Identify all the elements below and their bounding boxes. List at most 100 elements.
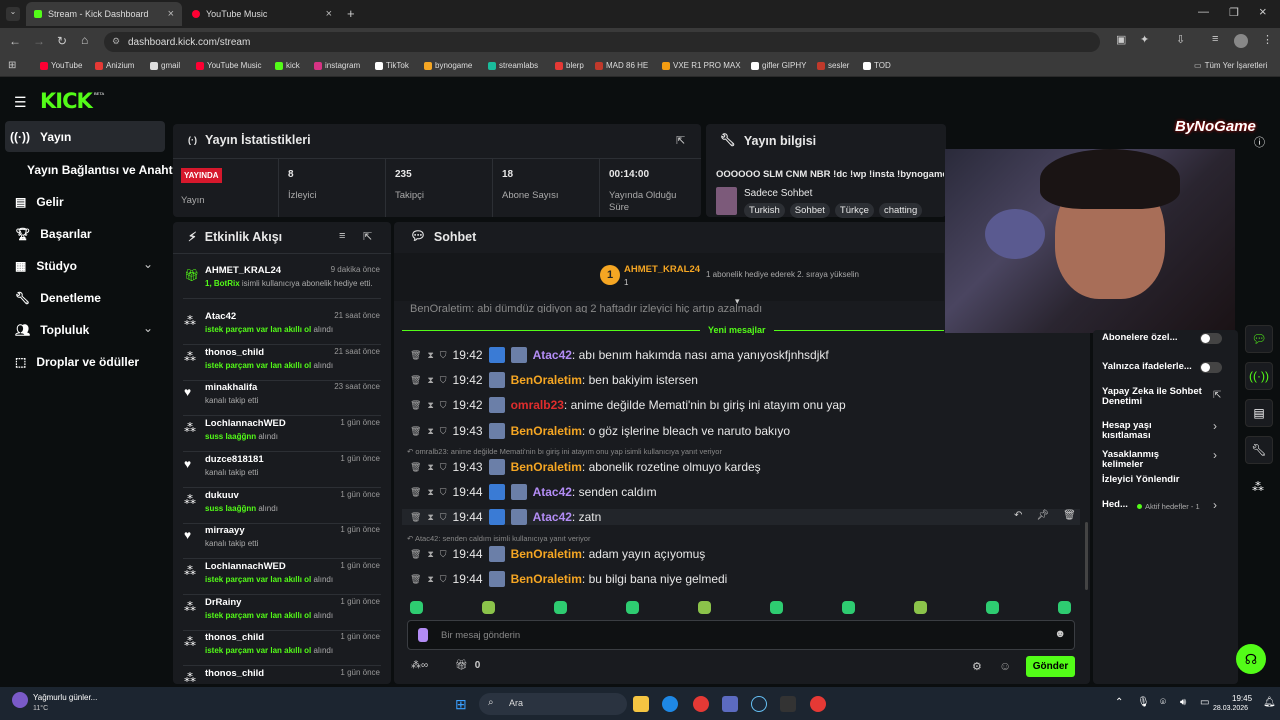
popout-icon[interactable]: ⇱ bbox=[676, 134, 685, 147]
emote-icon[interactable] bbox=[482, 601, 495, 614]
chat-scrollbar[interactable] bbox=[1085, 522, 1088, 590]
nav-item-gelir[interactable]: ▤ Gelir bbox=[15, 195, 64, 209]
chevron-right-icon[interactable]: › bbox=[1213, 498, 1217, 512]
bookmark-item[interactable]: gmail bbox=[150, 61, 180, 70]
reply-icon[interactable]: ↶ bbox=[1014, 510, 1022, 521]
emote-icon[interactable] bbox=[626, 601, 639, 614]
timeout-icon[interactable]: ⧗ bbox=[427, 426, 433, 437]
settings-icon[interactable]: ⚙ bbox=[972, 660, 982, 673]
timeout-icon[interactable]: ⧗ bbox=[427, 512, 433, 523]
maximize-icon[interactable]: ❐ bbox=[1229, 6, 1239, 19]
nav-item-stream-key[interactable]: Yayın Bağlantısı ve Anahtarı bbox=[27, 163, 187, 177]
emoji-icon[interactable]: ☻ bbox=[1054, 628, 1066, 640]
emote-icon[interactable] bbox=[698, 601, 711, 614]
nav-item-basarilar[interactable]: 🏆︎ Başarılar bbox=[15, 227, 92, 241]
timeout-icon[interactable]: ⧗ bbox=[427, 400, 433, 411]
settings-item[interactable]: Abonelere özel... bbox=[1102, 333, 1202, 343]
mic-icon[interactable] bbox=[418, 628, 428, 642]
bookmark-item[interactable]: TikTok bbox=[375, 61, 409, 70]
delete-message-icon[interactable]: 🗑︎ bbox=[410, 462, 421, 473]
tab-youtube-music[interactable]: YouTube Music × bbox=[184, 2, 340, 26]
bookmark-item[interactable]: bynogame bbox=[424, 61, 472, 70]
delete-message-icon[interactable]: 🗑︎ bbox=[410, 350, 421, 361]
puzzle-icon[interactable]: ✦ bbox=[1140, 33, 1149, 46]
bookmark-item[interactable]: gifler GIPHY bbox=[751, 61, 806, 70]
chevron-right-icon[interactable]: › bbox=[1213, 448, 1217, 462]
nav-item-yayin[interactable]: ((·)) Yayın bbox=[10, 130, 71, 144]
bookmark-item[interactable]: blerp bbox=[555, 61, 584, 70]
filter-icon[interactable]: ≡ bbox=[339, 230, 345, 242]
message-username[interactable]: Atac42 bbox=[533, 485, 572, 499]
chevron-down-icon[interactable]: ⌄ bbox=[143, 257, 153, 271]
message-username[interactable]: omralb23 bbox=[511, 398, 564, 412]
minimize-icon[interactable]: — bbox=[1198, 6, 1209, 18]
timeout-icon[interactable]: ⧗ bbox=[427, 574, 433, 585]
delete-message-icon[interactable]: 🗑︎ bbox=[410, 400, 421, 411]
menu-icon[interactable]: ⋮ bbox=[1262, 33, 1273, 46]
kick-logo[interactable]: KICK bbox=[40, 89, 93, 113]
edge-icon[interactable] bbox=[662, 696, 678, 712]
bookmark-item[interactable]: Anizium bbox=[95, 61, 134, 70]
settings-item[interactable]: Hesap yaşı kısıtlaması bbox=[1102, 421, 1202, 441]
timeout-icon[interactable]: ⧗ bbox=[427, 375, 433, 386]
timeout-icon[interactable]: ⧗ bbox=[427, 549, 433, 560]
message-username[interactable]: BenOraletim bbox=[511, 547, 582, 561]
message-username[interactable]: BenOraletim bbox=[511, 424, 582, 438]
chat-input[interactable]: Bir mesaj gönderin ☻ bbox=[407, 620, 1075, 650]
emote-picker-icon[interactable]: ☺ bbox=[999, 659, 1011, 673]
subscriber-only-toggle[interactable] bbox=[1200, 333, 1222, 344]
reload-icon[interactable]: ↻ bbox=[57, 34, 67, 48]
tag-chip[interactable]: chatting bbox=[878, 203, 923, 218]
bookmark-item[interactable]: streamlabs bbox=[488, 61, 538, 70]
delete-message-icon[interactable]: 🗑︎ bbox=[410, 487, 421, 498]
emote-icon[interactable] bbox=[410, 601, 423, 614]
nav-item-droplar[interactable]: ⬚ Droplar ve ödüller bbox=[15, 355, 139, 369]
nav-item-denetleme[interactable]: 🔧︎ Denetleme bbox=[15, 291, 101, 305]
message-username[interactable]: Atac42 bbox=[533, 348, 572, 362]
emote-icon[interactable] bbox=[770, 601, 783, 614]
tray-chevron-icon[interactable]: ⌃ bbox=[1115, 697, 1123, 708]
back-icon[interactable]: ← bbox=[9, 34, 21, 48]
tab-kick-dashboard[interactable]: Stream - Kick Dashboard × bbox=[26, 2, 182, 26]
battery-icon[interactable]: ▭ bbox=[1200, 697, 1209, 708]
forward-icon[interactable]: → bbox=[33, 34, 45, 48]
send-button[interactable]: Gönder bbox=[1026, 656, 1075, 677]
popout-icon[interactable]: ⇱ bbox=[363, 230, 372, 243]
wrench-sidebar-button[interactable]: 🔧︎ bbox=[1245, 436, 1273, 464]
emote-icon[interactable] bbox=[842, 601, 855, 614]
emote-only-toggle[interactable] bbox=[1200, 362, 1222, 373]
chevron-down-icon[interactable]: ⌄ bbox=[143, 321, 153, 335]
timeout-icon[interactable]: ⧗ bbox=[427, 487, 433, 498]
message-username[interactable]: BenOraletim bbox=[511, 460, 582, 474]
timeout-icon[interactable]: ⧗ bbox=[427, 350, 433, 361]
tag-chip[interactable]: Sohbet bbox=[789, 203, 830, 218]
bookmark-item[interactable]: YouTube Music bbox=[196, 61, 262, 70]
site-info-icon[interactable]: ⚙ bbox=[112, 36, 120, 47]
delete-message-icon[interactable]: 🗑︎ bbox=[410, 375, 421, 386]
nav-item-topluluk[interactable]: 👥︎ Topluluk bbox=[15, 323, 89, 337]
store-icon[interactable] bbox=[722, 696, 738, 712]
nav-item-studyo[interactable]: ▦ Stüdyo bbox=[15, 259, 77, 273]
delete-message-icon[interactable]: 🗑︎ bbox=[410, 574, 421, 585]
all-bookmarks[interactable]: ▭ Tüm Yer İşaretleri bbox=[1194, 61, 1267, 70]
external-link-icon[interactable]: ⇱ bbox=[1213, 390, 1221, 401]
tab-list-icon[interactable]: ⌄ bbox=[6, 7, 20, 21]
settings-item[interactable]: Yapay Zeka ile Sohbet Denetimi bbox=[1102, 387, 1212, 407]
bookmark-item[interactable]: sesler bbox=[817, 61, 849, 70]
delete-message-icon[interactable]: 🗑︎ bbox=[410, 426, 421, 437]
notification-icon[interactable]: 🔔︎ bbox=[1263, 697, 1276, 708]
settings-item[interactable]: Yasaklanmış kelimeler bbox=[1102, 450, 1202, 470]
delete-message-icon[interactable]: 🗑︎ bbox=[410, 549, 421, 560]
stats-sidebar-button[interactable]: ▤ bbox=[1245, 399, 1273, 427]
bookmark-item[interactable]: instagram bbox=[314, 61, 360, 70]
file-explorer-icon[interactable] bbox=[633, 696, 649, 712]
windows-start-icon[interactable]: ⊞ bbox=[455, 696, 467, 713]
delete-message-icon[interactable]: 🗑︎ bbox=[410, 512, 421, 523]
pin-icon[interactable]: 📌︎ bbox=[1036, 510, 1049, 521]
url-bar[interactable]: ⚙ dashboard.kick.com/stream bbox=[104, 32, 1100, 52]
help-button[interactable]: ☊ bbox=[1236, 644, 1266, 674]
taskbar-search[interactable]: ⌕ Ara bbox=[479, 693, 627, 715]
bookmark-item[interactable]: TOD bbox=[863, 61, 891, 70]
info-icon[interactable]: ⓘ bbox=[1254, 134, 1265, 150]
media-icon[interactable]: ≡ bbox=[1212, 33, 1218, 45]
